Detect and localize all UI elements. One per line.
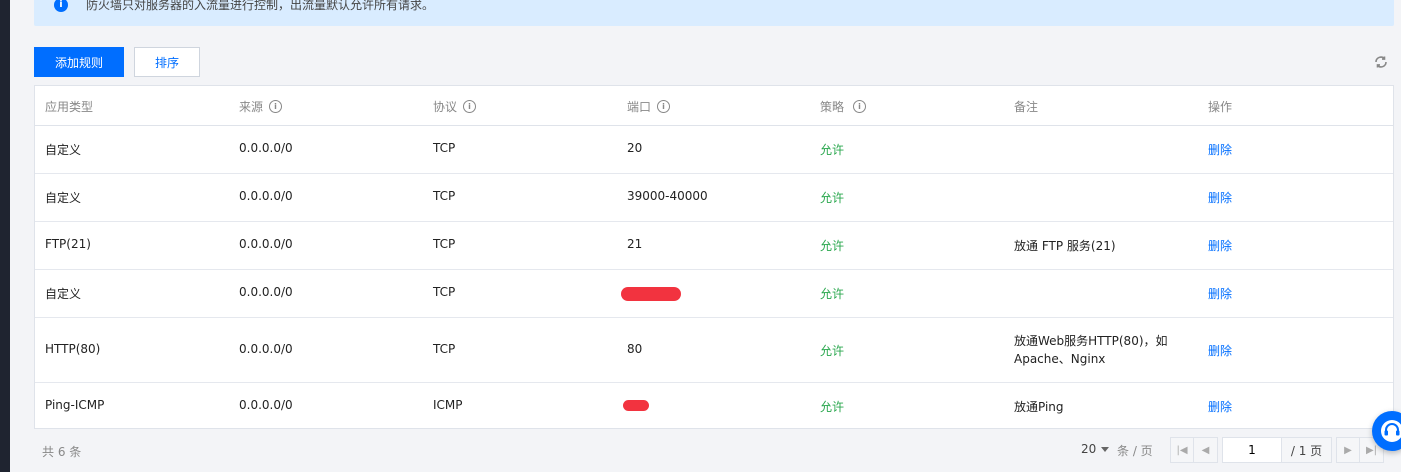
cell-port: 80: [627, 342, 643, 356]
left-sidebar-strip: [0, 0, 10, 472]
delete-link[interactable]: 删除: [1208, 141, 1232, 158]
cell-source: 0.0.0.0/0: [239, 342, 293, 356]
cell-note-line-2: Apache、Nginx: [1014, 352, 1106, 366]
header-source: 来源 i: [239, 98, 283, 115]
redacted-port-mark: [623, 400, 649, 411]
cell-source: 0.0.0.0/0: [239, 285, 293, 299]
cell-app-type: 自定义: [45, 287, 82, 301]
cell-app-type: FTP(21): [45, 237, 91, 251]
cell-note-line-1: 放通Web服务HTTP(80)，如: [1014, 334, 1168, 348]
table-row: 自定义 0.0.0.0/0 TCP 20 允许 删除: [35, 125, 1393, 174]
table-row: Ping-ICMP 0.0.0.0/0 ICMP 允许 放通Ping 删除: [35, 382, 1393, 428]
total-pages: / 1 页: [1282, 437, 1332, 463]
cell-note: 放通 FTP 服务(21): [1014, 239, 1116, 253]
cell-protocol: TCP: [433, 285, 456, 299]
cell-policy: 允许: [820, 400, 845, 414]
cell-policy: 允许: [820, 143, 845, 157]
cell-source: 0.0.0.0/0: [239, 237, 293, 251]
refresh-icon[interactable]: [1373, 54, 1389, 70]
cell-port: 39000-40000: [627, 189, 708, 203]
delete-link[interactable]: 删除: [1208, 189, 1232, 206]
next-page-icon[interactable]: ▶: [1336, 437, 1360, 463]
help-chat-button[interactable]: [1372, 411, 1401, 451]
cell-policy: 允许: [820, 239, 845, 253]
notice-banner: i 防火墙只对服务器的入流量进行控制，出流量默认允许所有请求。: [34, 0, 1394, 26]
table-row: FTP(21) 0.0.0.0/0 TCP 21 允许 放通 FTP 服务(21…: [35, 221, 1393, 270]
delete-link[interactable]: 删除: [1208, 285, 1232, 302]
sort-button[interactable]: 排序: [134, 47, 200, 77]
cell-app-type: 自定义: [45, 191, 82, 205]
redacted-port-mark: [621, 287, 681, 301]
info-icon: i: [54, 0, 68, 12]
pagination: |◀ ◀ / 1 页 ▶ ▶|: [1170, 437, 1384, 463]
cell-source: 0.0.0.0/0: [239, 141, 293, 155]
chevron-down-icon: [1101, 446, 1110, 452]
cell-protocol: TCP: [433, 189, 456, 203]
info-icon[interactable]: i: [463, 100, 477, 113]
cell-app-type: HTTP(80): [45, 342, 101, 356]
cell-policy: 允许: [820, 287, 845, 301]
table-header: 应用类型 来源 i 协议 i 端口 i 策略 i 备注 操作: [35, 86, 1393, 126]
cell-protocol: TCP: [433, 342, 456, 356]
header-app-type: 应用类型: [45, 100, 94, 114]
cell-policy: 允许: [820, 191, 845, 205]
table-row: 自定义 0.0.0.0/0 TCP 39000-40000 允许 删除: [35, 173, 1393, 222]
header-action: 操作: [1208, 100, 1233, 114]
table-row: HTTP(80) 0.0.0.0/0 TCP 80 允许 放通Web服务HTTP…: [35, 317, 1393, 383]
info-icon[interactable]: i: [657, 100, 671, 113]
per-page-label: 条 / 页: [1117, 444, 1153, 458]
cell-policy: 允许: [820, 344, 845, 358]
cell-protocol: TCP: [433, 237, 456, 251]
notice-text: 防火墙只对服务器的入流量进行控制，出流量默认允许所有请求。: [86, 0, 435, 12]
info-icon[interactable]: i: [269, 100, 283, 113]
page-size-value: 20: [1081, 442, 1097, 456]
header-protocol: 协议 i: [433, 98, 477, 115]
cell-protocol: ICMP: [433, 398, 463, 412]
cell-source: 0.0.0.0/0: [239, 189, 293, 203]
delete-link[interactable]: 删除: [1208, 342, 1232, 359]
cell-source: 0.0.0.0/0: [239, 398, 293, 412]
cell-port: 21: [627, 237, 643, 251]
header-note: 备注: [1014, 100, 1039, 114]
cell-app-type: Ping-ICMP: [45, 398, 105, 412]
info-icon[interactable]: i: [853, 100, 867, 113]
first-page-icon[interactable]: |◀: [1170, 437, 1194, 463]
delete-link[interactable]: 删除: [1208, 237, 1232, 254]
page-number-input[interactable]: [1222, 437, 1282, 463]
prev-page-icon[interactable]: ◀: [1194, 437, 1218, 463]
delete-link[interactable]: 删除: [1208, 398, 1232, 415]
page-size-select[interactable]: 20: [1081, 442, 1110, 456]
header-policy: 策略 i: [820, 98, 867, 115]
cell-protocol: TCP: [433, 141, 456, 155]
table-row: 自定义 0.0.0.0/0 TCP 允许 删除: [35, 269, 1393, 318]
help-chat-icon: [1381, 420, 1401, 442]
total-count: 共 6 条: [42, 445, 82, 459]
cell-note: 放通Ping: [1014, 400, 1064, 414]
header-port: 端口 i: [627, 98, 671, 115]
cell-app-type: 自定义: [45, 143, 82, 157]
add-rule-button[interactable]: 添加规则: [34, 47, 124, 77]
rules-table: 应用类型 来源 i 协议 i 端口 i 策略 i 备注 操作 自定义 0.0.0.0/0…: [34, 85, 1394, 429]
cell-port: 20: [627, 141, 643, 155]
